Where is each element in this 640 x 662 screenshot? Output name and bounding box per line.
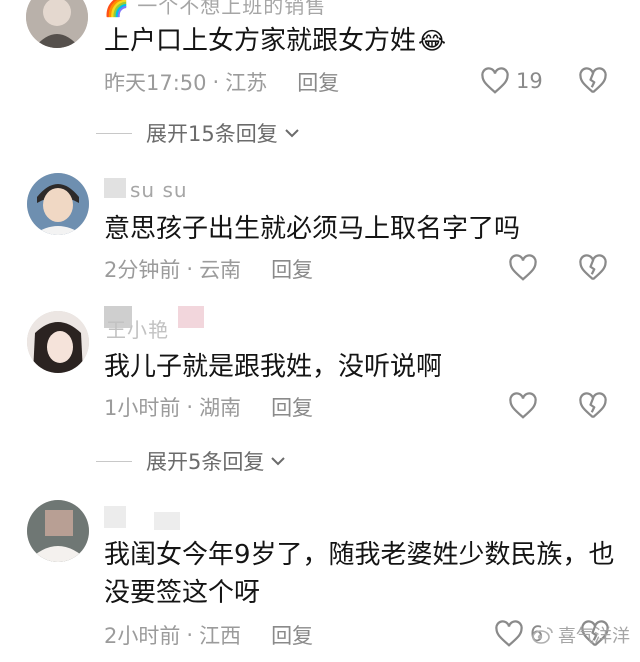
username-mosaic [154, 512, 180, 530]
comment-location: 江西 [199, 624, 242, 648]
rainbow-icon: 🌈 [104, 0, 130, 18]
avatar-photo [26, 0, 88, 48]
reply-button[interactable]: 回复 [297, 67, 339, 97]
avatar[interactable] [27, 311, 89, 373]
comment-username[interactable]: 🌈 一个不想上班的销售 [104, 0, 326, 19]
avatar[interactable] [27, 500, 89, 562]
meta-separator: · [186, 623, 194, 647]
avatar-photo [27, 173, 89, 235]
expand-replies-button[interactable]: 展开15条回复 [96, 118, 300, 148]
like-button[interactable] [508, 392, 538, 420]
username-mosaic [178, 306, 204, 328]
comment-username[interactable]: 王小艳 [106, 314, 169, 343]
expand-divider [96, 132, 132, 134]
avatar[interactable] [26, 0, 88, 48]
comment-meta: 2分钟前 · 云南 回复 [104, 254, 313, 284]
avatar[interactable] [27, 173, 89, 235]
laugh-cry-emoji: 😂 [418, 27, 447, 55]
dislike-button[interactable] [578, 254, 608, 286]
comment-meta: 昨天17:50 · 江苏 回复 [104, 67, 339, 97]
avatar-photo [27, 311, 89, 373]
comment-text: 意思孩子出生就必须马上取名字了吗 [104, 214, 521, 244]
comment-location: 湖南 [199, 396, 242, 420]
dislike-button[interactable] [578, 392, 608, 424]
reply-button[interactable]: 回复 [271, 254, 313, 284]
like-count: 19 [516, 69, 543, 93]
dislike-button[interactable] [578, 67, 608, 99]
heart-outline-icon [495, 620, 523, 647]
comment-meta: 2小时前 · 江西 回复 [104, 620, 313, 650]
meta-separator: · [186, 257, 194, 281]
chevron-down-icon [271, 457, 286, 466]
comment-time: 1小时前 [104, 396, 181, 420]
username-mosaic [104, 178, 126, 198]
comment-text: 我闺女今年9岁了，随我老婆姓少数民族，也 没要签这个呀 [104, 540, 615, 608]
meta-separator: · [212, 70, 220, 94]
comment-location: 云南 [199, 258, 242, 282]
broken-heart-icon [579, 254, 607, 281]
avatar-photo [27, 500, 89, 562]
chevron-down-icon [285, 129, 299, 138]
reply-button[interactable]: 回复 [271, 620, 313, 650]
broken-heart-icon [579, 392, 607, 419]
comment-username[interactable]: su su [130, 178, 188, 202]
expand-divider [96, 460, 132, 462]
username-mosaic [104, 506, 126, 528]
heart-outline-icon [509, 254, 537, 281]
heart-outline-icon [481, 67, 509, 94]
comment-time: 2分钟前 [104, 258, 181, 282]
comment-time: 昨天17:50 [104, 71, 207, 95]
expand-replies-button[interactable]: 展开5条回复 [96, 446, 286, 476]
heart-outline-icon [509, 392, 537, 419]
broken-heart-icon [579, 67, 607, 94]
comment-text: 我儿子就是跟我姓，没听说啊 [104, 352, 443, 382]
comment-meta: 1小时前 · 湖南 回复 [104, 392, 313, 422]
comment-time: 2小时前 [104, 624, 181, 648]
watermark: 喜气洋洋 [532, 622, 630, 648]
like-button[interactable]: 19 [480, 67, 543, 95]
reply-button[interactable]: 回复 [271, 392, 313, 422]
weibo-logo-icon [532, 627, 553, 644]
comment-location: 江苏 [225, 71, 268, 95]
comment-text: 上户口上女方家就跟女方姓😂 [104, 26, 447, 56]
like-button[interactable] [508, 254, 538, 282]
meta-separator: · [186, 395, 194, 419]
watermark-text: 喜气洋洋 [558, 626, 630, 647]
